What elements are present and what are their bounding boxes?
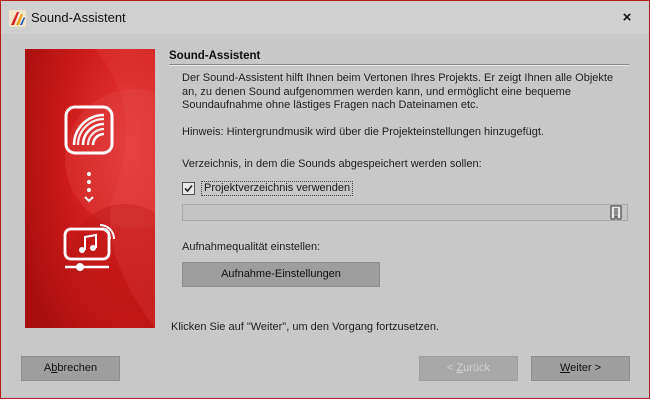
- folder-browse-icon[interactable]: [609, 205, 623, 220]
- heading-divider: [169, 64, 629, 66]
- intro-line: Soundaufnahme ohne lästiges Fragen nach …: [182, 99, 479, 111]
- use-project-dir-checkbox-row[interactable]: Projektverzeichnis verwenden: [182, 181, 354, 196]
- sound-assistant-window: Sound-Assistent × Sound-Assistent Der So…: [0, 0, 650, 399]
- recording-settings-button[interactable]: Aufnahme-Einstellungen: [182, 262, 380, 287]
- use-project-dir-checkbox[interactable]: [182, 182, 195, 195]
- close-button[interactable]: ×: [617, 7, 637, 29]
- directory-label: Verzeichnis, in dem die Sounds abgespeic…: [182, 158, 482, 170]
- sound-waves-icon: [64, 105, 114, 158]
- cancel-button[interactable]: Abbrechen: [21, 356, 120, 381]
- title-bar[interactable]: Sound-Assistent ×: [1, 1, 649, 34]
- music-monitor-icon: [62, 224, 116, 277]
- use-project-dir-label[interactable]: Projektverzeichnis verwenden: [201, 181, 354, 196]
- hero-image: [25, 49, 155, 328]
- section-heading: Sound-Assistent: [169, 50, 261, 62]
- cancel-label-post: brechen: [57, 362, 98, 374]
- footer-hint: Klicken Sie auf "Weiter", um den Vorgang…: [171, 321, 440, 333]
- hint-text: Hinweis: Hintergrundmusik wird über die …: [182, 126, 544, 138]
- next-mnemonic: W: [559, 362, 571, 374]
- back-button[interactable]: < Zurück: [419, 356, 518, 381]
- progress-dots-icon: [83, 171, 95, 210]
- directory-path-field[interactable]: [182, 204, 628, 221]
- intro-line: an, zu denen Sound aufgenommen werden ka…: [182, 85, 571, 98]
- next-label-post: eiter >: [570, 362, 602, 374]
- intro-line: Der Sound-Assistent hilft Ihnen beim Ver…: [182, 72, 614, 84]
- next-button[interactable]: Weiter >: [531, 356, 630, 381]
- quality-label: Aufnahmequalität einstellen:: [182, 241, 321, 253]
- back-label-post: urück: [463, 362, 491, 374]
- window-title: Sound-Assistent: [31, 10, 126, 25]
- intro-text: Der Sound-Assistent hilft Ihnen beim Ver…: [182, 72, 622, 113]
- app-logo-icon: [9, 10, 26, 27]
- back-label-pre: <: [446, 362, 457, 374]
